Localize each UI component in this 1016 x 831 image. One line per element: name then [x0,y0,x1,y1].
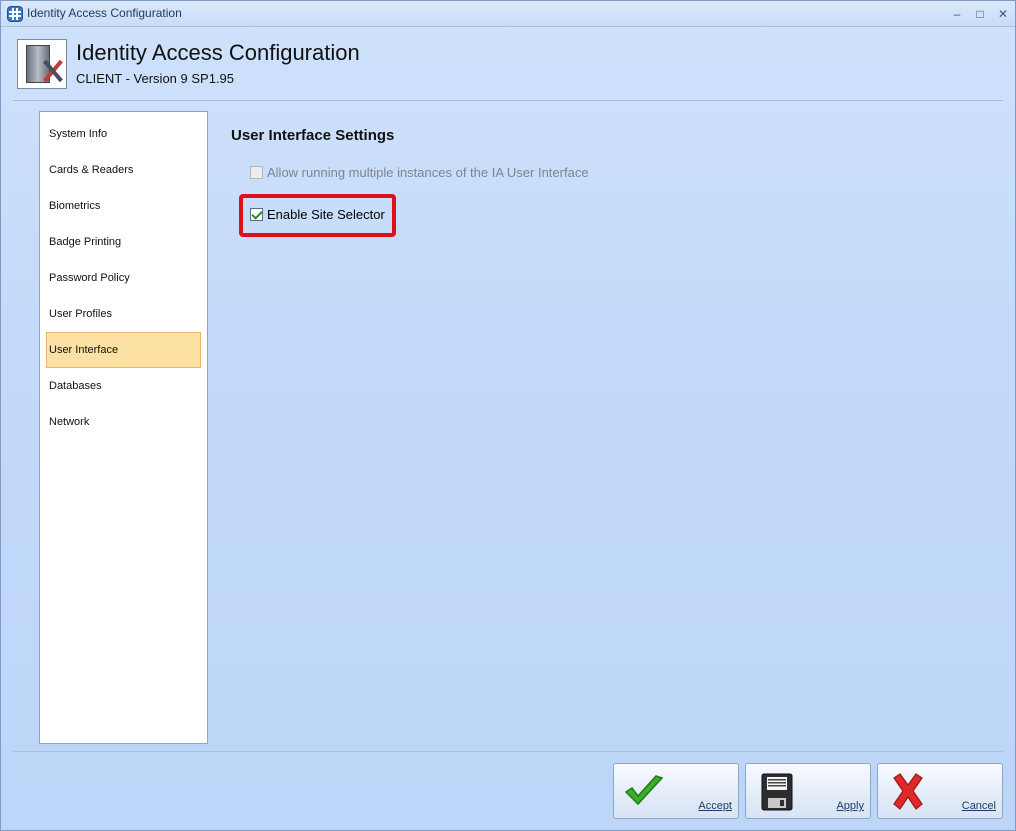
minimize-button[interactable]: – [946,5,968,23]
multiple-instances-label: Allow running multiple instances of the … [267,165,589,180]
sidebar-item-network[interactable]: Network [46,404,201,440]
apply-label: Apply [836,800,864,812]
floppy-disk-icon [761,773,793,811]
apply-button[interactable]: Apply [745,763,871,819]
cancel-label: Cancel [961,800,996,812]
window-title: Identity Access Configuration [27,6,182,20]
sidebar-item-badge-printing[interactable]: Badge Printing [46,224,201,260]
red-x-icon [893,773,923,810]
maximize-button[interactable]: □ [969,5,991,23]
sidebar-item-biometrics[interactable]: Biometrics [46,188,201,224]
multiple-instances-option: Allow running multiple instances of the … [250,165,589,180]
app-grid-icon [7,6,23,22]
section-title: User Interface Settings [231,127,395,144]
site-selector-option[interactable]: Enable Site Selector [250,207,385,222]
title-bar[interactable]: Identity Access Configuration – □ ✕ [1,1,1015,27]
version-subtitle: CLIENT - Version 9 SP1.95 [76,71,235,86]
sidebar-item-user-profiles[interactable]: User Profiles [46,296,201,332]
site-selector-label: Enable Site Selector [267,207,385,222]
site-selector-checkbox[interactable] [250,208,263,221]
close-button[interactable]: ✕ [992,5,1014,23]
cancel-button[interactable]: Cancel [877,763,1003,819]
server-tools-icon [17,39,67,89]
page-title: Identity Access Configuration [76,40,360,65]
sidebar-item-cards-readers[interactable]: Cards & Readers [46,152,201,188]
accept-button[interactable]: Accept [613,763,739,819]
settings-sidebar: System Info Cards & Readers Biometrics B… [39,111,208,744]
accept-label: Accept [698,800,732,812]
sidebar-item-password-policy[interactable]: Password Policy [46,260,201,296]
header-divider [13,100,1003,101]
checkmark-icon [624,775,664,806]
sidebar-item-databases[interactable]: Databases [46,368,201,404]
sidebar-item-system-info[interactable]: System Info [46,116,201,152]
footer-divider [13,751,1003,752]
multiple-instances-checkbox[interactable] [250,166,263,179]
sidebar-item-user-interface[interactable]: User Interface [46,332,201,368]
config-window: Identity Access Configuration – □ ✕ Iden… [0,0,1016,831]
